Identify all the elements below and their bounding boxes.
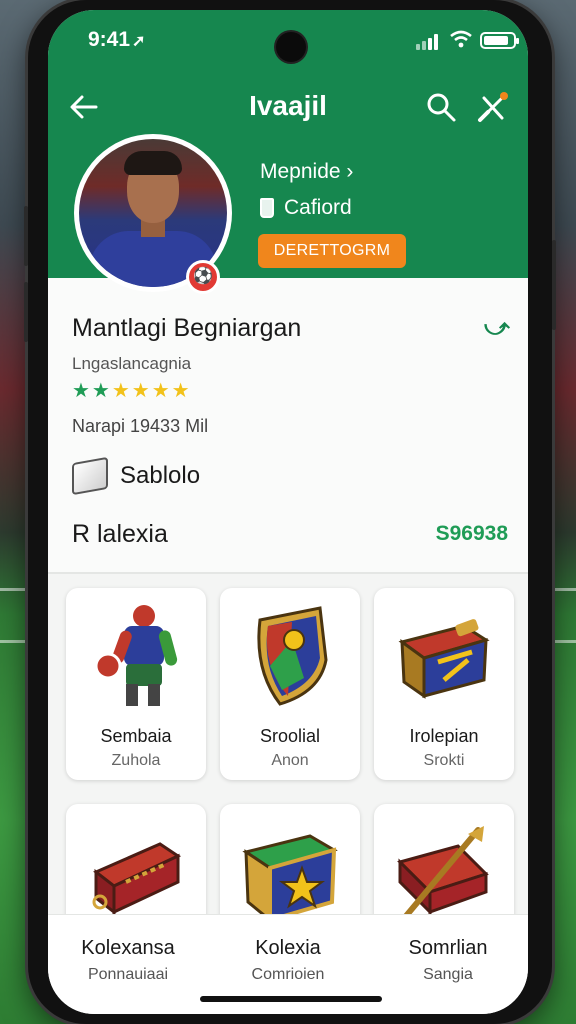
- player-name: Mantlagi Begniargan: [72, 314, 302, 342]
- club-label: Cafiord: [284, 196, 352, 219]
- volume-up-button: [24, 206, 28, 266]
- player-subtitle: Lngaslancagnia: [72, 354, 192, 373]
- bundle-row[interactable]: Sablolo: [72, 456, 201, 496]
- sword-box-icon: [397, 826, 489, 919]
- collection-card[interactable]: Sembaia Zuhola: [66, 588, 206, 780]
- status-time: 9:41 ➚: [88, 28, 146, 51]
- back-arrow-icon[interactable]: [66, 90, 100, 124]
- star-shield-chest-icon: [242, 834, 338, 924]
- front-camera: [276, 32, 306, 62]
- app-title: Ivaajil: [249, 90, 327, 121]
- football-badge-icon: ⚽: [186, 260, 220, 294]
- tab-somrlian[interactable]: Somrlian Sangia: [368, 937, 528, 984]
- divider: [48, 572, 528, 574]
- battery-level: [484, 36, 508, 45]
- home-indicator[interactable]: [200, 996, 382, 1002]
- chevron-right-icon: ›: [346, 160, 354, 183]
- battery-icon: [480, 32, 519, 49]
- cup-icon: [260, 198, 274, 218]
- shield-emblem-icon: [257, 606, 328, 706]
- red-bar-icon: [92, 842, 182, 916]
- rating-stars: ★★★★★★: [72, 380, 192, 402]
- tab-kolexansa[interactable]: Kolexansa Ponnauiaai: [48, 937, 208, 984]
- location-icon: ➚: [132, 33, 146, 50]
- header-action-button[interactable]: DERETTOGRM: [258, 234, 406, 268]
- search-icon[interactable]: [424, 90, 458, 124]
- power-button: [552, 240, 556, 330]
- tab-kolexia[interactable]: Kolexia Comrioien: [208, 937, 368, 984]
- tools-icon[interactable]: [476, 90, 510, 124]
- share-icon[interactable]: ⤻: [484, 314, 510, 342]
- top-navigation: Ivaajil: [48, 86, 528, 130]
- collection-card[interactable]: Sroolial Anon: [220, 588, 360, 780]
- collection-card[interactable]: Irolepian Srokti: [374, 588, 514, 780]
- collection-count: S96938: [435, 522, 508, 545]
- club-row: Cafiord: [260, 196, 352, 220]
- box-icon: [72, 456, 108, 496]
- wifi-icon: [450, 30, 472, 48]
- profile-section: Mantlagi Begniargan ⤻ Lngaslancagnia ★★★…: [48, 278, 528, 574]
- player-value: Narapi 19433 Mil: [72, 416, 209, 436]
- volume-down-button: [24, 282, 28, 342]
- player-figure-icon: [94, 605, 178, 706]
- collection-title: R lalexia: [72, 520, 168, 548]
- status-bar: 9:41 ➚: [48, 24, 528, 62]
- header-link[interactable]: Mepnide ›: [260, 160, 353, 184]
- signal-icon: [416, 34, 442, 50]
- treasure-chest-icon: [398, 619, 490, 699]
- collection-header: R lalexia S96938: [72, 520, 508, 549]
- bundle-label: Sablolo: [120, 462, 201, 489]
